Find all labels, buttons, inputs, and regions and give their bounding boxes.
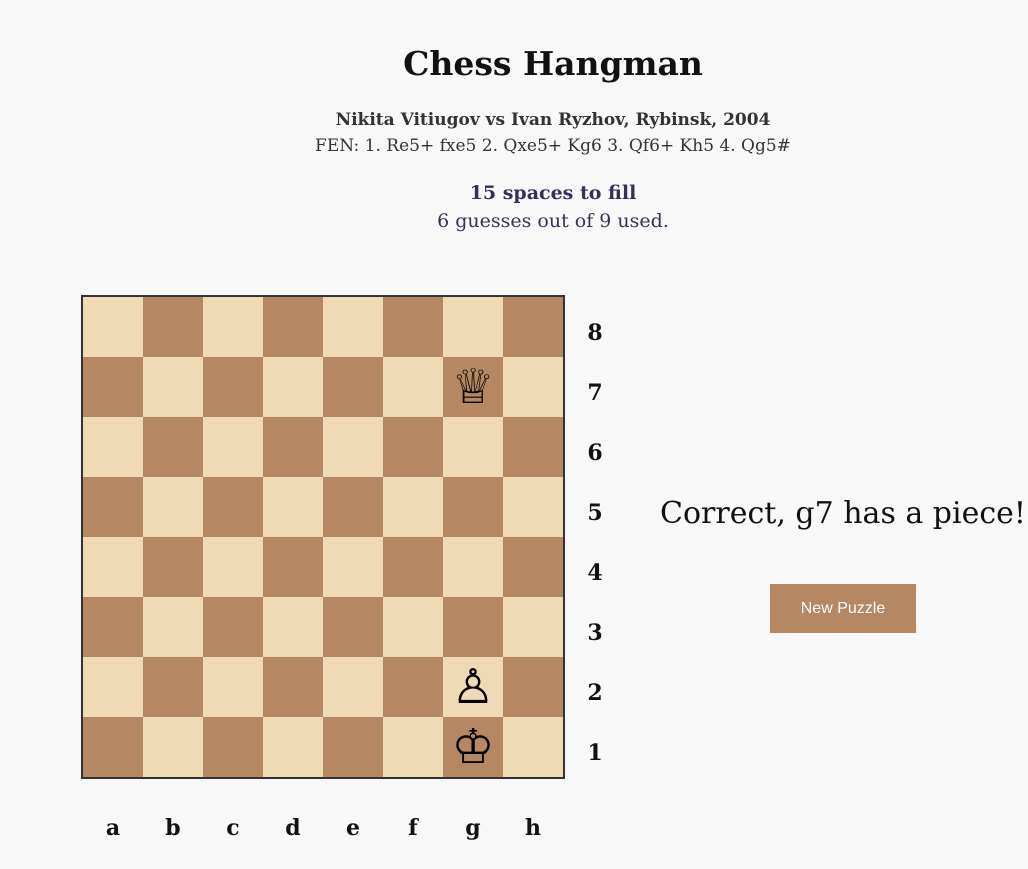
guesses-used: 6 guesses out of 9 used. [437, 210, 669, 232]
square-h1[interactable] [503, 717, 563, 777]
square-e2[interactable] [323, 657, 383, 717]
square-c3[interactable] [203, 597, 263, 657]
square-g4[interactable] [443, 537, 503, 597]
rank-label-2: 2 [587, 680, 603, 706]
square-a7[interactable] [83, 357, 143, 417]
file-label-d: d [285, 815, 301, 841]
square-b6[interactable] [143, 417, 203, 477]
square-g7[interactable]: ♕ [443, 357, 503, 417]
file-label-b: b [165, 815, 181, 841]
square-h4[interactable] [503, 537, 563, 597]
square-b5[interactable] [143, 477, 203, 537]
square-d8[interactable] [263, 297, 323, 357]
square-e7[interactable] [323, 357, 383, 417]
square-h5[interactable] [503, 477, 563, 537]
square-f8[interactable] [383, 297, 443, 357]
game-name: Nikita Vitiugov vs Ivan Ryzhov, Rybinsk,… [335, 110, 771, 130]
square-g5[interactable] [443, 477, 503, 537]
new-puzzle-button[interactable]: New Puzzle [770, 584, 916, 633]
square-d7[interactable] [263, 357, 323, 417]
square-f4[interactable] [383, 537, 443, 597]
rank-label-8: 8 [587, 320, 603, 346]
white-pawn-icon: ♙ [451, 659, 495, 715]
file-label-f: f [408, 815, 418, 841]
rank-label-5: 5 [587, 500, 603, 526]
square-e1[interactable] [323, 717, 383, 777]
square-d2[interactable] [263, 657, 323, 717]
rank-label-3: 3 [587, 620, 603, 646]
square-a6[interactable] [83, 417, 143, 477]
square-f2[interactable] [383, 657, 443, 717]
square-f5[interactable] [383, 477, 443, 537]
square-f1[interactable] [383, 717, 443, 777]
square-c8[interactable] [203, 297, 263, 357]
file-label-h: h [525, 815, 541, 841]
square-d3[interactable] [263, 597, 323, 657]
square-f6[interactable] [383, 417, 443, 477]
rank-label-7: 7 [587, 380, 603, 406]
spaces-to-fill: 15 spaces to fill [469, 182, 637, 204]
square-a8[interactable] [83, 297, 143, 357]
square-e8[interactable] [323, 297, 383, 357]
rank-label-1: 1 [587, 740, 603, 766]
square-b4[interactable] [143, 537, 203, 597]
square-g2[interactable]: ♙ [443, 657, 503, 717]
square-g8[interactable] [443, 297, 503, 357]
status-message: Correct, g7 has a piece! [660, 496, 1026, 531]
square-b1[interactable] [143, 717, 203, 777]
square-c1[interactable] [203, 717, 263, 777]
square-e3[interactable] [323, 597, 383, 657]
square-b7[interactable] [143, 357, 203, 417]
chess-board: ♕ ♙ ♔ [81, 295, 565, 779]
square-h7[interactable] [503, 357, 563, 417]
square-g6[interactable] [443, 417, 503, 477]
square-f3[interactable] [383, 597, 443, 657]
file-label-g: g [465, 815, 481, 841]
rank-label-6: 6 [587, 440, 603, 466]
square-e4[interactable] [323, 537, 383, 597]
square-e6[interactable] [323, 417, 383, 477]
square-b8[interactable] [143, 297, 203, 357]
square-c2[interactable] [203, 657, 263, 717]
square-d6[interactable] [263, 417, 323, 477]
page-title: Chess Hangman [403, 44, 703, 83]
square-a2[interactable] [83, 657, 143, 717]
square-c7[interactable] [203, 357, 263, 417]
square-h3[interactable] [503, 597, 563, 657]
square-a3[interactable] [83, 597, 143, 657]
square-d5[interactable] [263, 477, 323, 537]
file-label-c: c [226, 815, 240, 841]
rank-label-4: 4 [587, 560, 603, 586]
square-f7[interactable] [383, 357, 443, 417]
square-e5[interactable] [323, 477, 383, 537]
file-label-e: e [346, 815, 360, 841]
square-c5[interactable] [203, 477, 263, 537]
square-a1[interactable] [83, 717, 143, 777]
square-d4[interactable] [263, 537, 323, 597]
square-c4[interactable] [203, 537, 263, 597]
square-d1[interactable] [263, 717, 323, 777]
square-g1[interactable]: ♔ [443, 717, 503, 777]
file-label-a: a [105, 815, 121, 841]
square-b3[interactable] [143, 597, 203, 657]
square-a5[interactable] [83, 477, 143, 537]
square-a4[interactable] [83, 537, 143, 597]
square-h2[interactable] [503, 657, 563, 717]
square-c6[interactable] [203, 417, 263, 477]
fen-moves: FEN: 1. Re5+ fxe5 2. Qxe5+ Kg6 3. Qf6+ K… [315, 136, 791, 156]
square-g3[interactable] [443, 597, 503, 657]
white-queen-icon: ♕ [451, 359, 495, 415]
square-h8[interactable] [503, 297, 563, 357]
square-h6[interactable] [503, 417, 563, 477]
white-king-icon: ♔ [451, 719, 495, 775]
square-b2[interactable] [143, 657, 203, 717]
